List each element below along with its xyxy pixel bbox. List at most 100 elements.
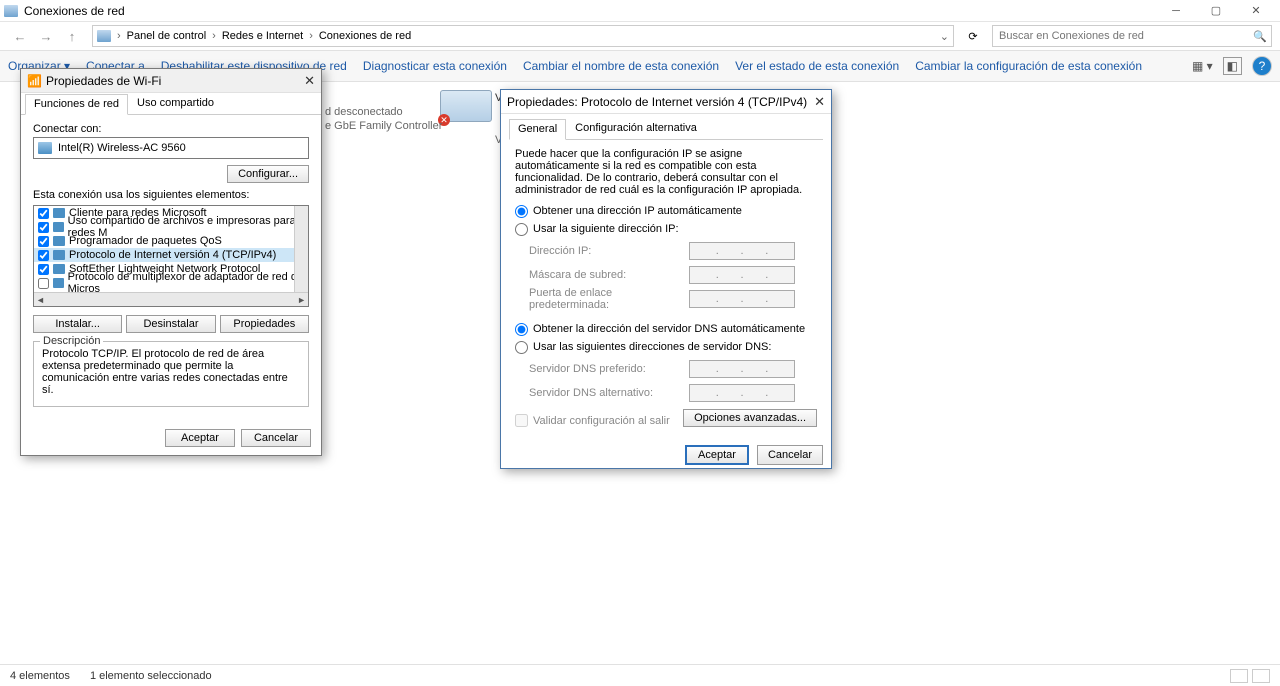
breadcrumb-item[interactable]: Conexiones de red xyxy=(319,30,411,42)
connect-with-label: Conectar con: xyxy=(33,123,309,135)
scrollbar-vertical[interactable] xyxy=(294,206,308,292)
component-item[interactable]: Protocolo de multiplexor de adaptador de… xyxy=(34,276,308,290)
tab-general[interactable]: General xyxy=(509,119,566,140)
gateway-label: Puerta de enlace predeterminada: xyxy=(529,287,689,311)
ip-auto-label: Obtener una dirección IP automáticamente xyxy=(533,205,742,217)
chevron-right-icon: › xyxy=(212,30,216,42)
adapter-name: Intel(R) Wireless-AC 9560 xyxy=(58,142,186,154)
accept-button[interactable]: Aceptar xyxy=(165,429,235,447)
view-status-cmd[interactable]: Ver el estado de esta conexión xyxy=(735,59,899,73)
tab-network-functions[interactable]: Funciones de red xyxy=(25,94,128,115)
dns-preferred-label: Servidor DNS preferido: xyxy=(529,363,689,375)
search-box[interactable]: 🔍 xyxy=(992,25,1272,47)
cancel-button[interactable]: Cancelar xyxy=(241,429,311,447)
component-checkbox[interactable] xyxy=(38,208,49,219)
icons-view-button[interactable] xyxy=(1252,669,1270,683)
subnet-mask-input: ... xyxy=(689,266,795,284)
component-icon xyxy=(53,250,65,260)
minimize-button[interactable]: ─ xyxy=(1156,1,1196,21)
close-button[interactable]: ✕ xyxy=(1236,1,1276,21)
cancel-button[interactable]: Cancelar xyxy=(757,445,823,465)
refresh-button[interactable]: ⟳ xyxy=(962,30,984,43)
view-options-icon[interactable]: ▦ ▾ xyxy=(1192,59,1213,73)
description-label: Descripción xyxy=(40,335,103,347)
help-button[interactable]: ? xyxy=(1252,56,1272,76)
component-icon xyxy=(53,208,65,218)
ip-auto-radio[interactable] xyxy=(515,205,528,218)
component-item[interactable]: Uso compartido de archivos e impresoras … xyxy=(34,220,308,234)
tab-sharing[interactable]: Uso compartido xyxy=(128,93,223,114)
connection-device: e GbE Family Controller xyxy=(325,120,518,134)
component-checkbox[interactable] xyxy=(38,222,49,233)
close-icon[interactable]: ✕ xyxy=(814,94,825,110)
install-button[interactable]: Instalar... xyxy=(33,315,122,333)
connection-item[interactable]: VPN d desconectado e GbE Family Controll… xyxy=(325,92,518,148)
uninstall-button[interactable]: Desinstalar xyxy=(126,315,215,333)
dialog-title: Propiedades de Wi-Fi xyxy=(46,74,161,88)
component-checkbox[interactable] xyxy=(38,264,49,275)
component-icon xyxy=(53,222,64,232)
breadcrumb-item[interactable]: Redes e Internet xyxy=(222,30,303,42)
ipv4-properties-dialog: Propiedades: Protocolo de Internet versi… xyxy=(500,89,832,469)
dns-auto-radio[interactable] xyxy=(515,323,528,336)
dns-manual-label: Usar las siguientes direcciones de servi… xyxy=(533,341,771,353)
ip-address-input: ... xyxy=(689,242,795,260)
intro-text: Puede hacer que la configuración IP se a… xyxy=(509,140,823,196)
close-icon[interactable]: ✕ xyxy=(304,73,315,89)
elements-label: Esta conexión usa los siguientes element… xyxy=(33,189,309,201)
component-icon xyxy=(53,278,64,288)
dialog-title: Propiedades: Protocolo de Internet versi… xyxy=(507,95,807,109)
back-button[interactable]: ← xyxy=(8,29,32,44)
ip-address-label: Dirección IP: xyxy=(529,245,689,257)
subnet-mask-label: Máscara de subred: xyxy=(529,269,689,281)
chevron-down-icon[interactable]: ⌄ xyxy=(940,30,949,43)
component-checkbox[interactable] xyxy=(38,278,49,289)
search-input[interactable] xyxy=(997,29,1253,43)
dns-manual-radio[interactable] xyxy=(515,341,528,354)
adapter-field: Intel(R) Wireless-AC 9560 xyxy=(33,137,309,159)
breadcrumb-item[interactable]: Panel de control xyxy=(127,30,207,42)
search-icon: 🔍 xyxy=(1253,30,1267,43)
rename-cmd[interactable]: Cambiar el nombre de esta conexión xyxy=(523,59,719,73)
validate-checkbox[interactable] xyxy=(515,414,528,427)
connection-state: d desconectado xyxy=(325,106,518,120)
forward-button[interactable]: → xyxy=(34,29,58,44)
component-checkbox[interactable] xyxy=(38,236,49,247)
dns-alt-input: ... xyxy=(689,384,795,402)
validate-label: Validar configuración al salir xyxy=(533,415,670,427)
advanced-options-button[interactable]: Opciones avanzadas... xyxy=(683,409,817,427)
change-config-cmd[interactable]: Cambiar la configuración de esta conexió… xyxy=(915,59,1142,73)
wifi-icon: 📶 xyxy=(27,74,42,88)
dns-alt-label: Servidor DNS alternativo: xyxy=(529,387,689,399)
components-listbox[interactable]: Cliente para redes MicrosoftUso comparti… xyxy=(33,205,309,307)
scrollbar-horizontal[interactable]: ◄► xyxy=(34,292,308,306)
configure-button[interactable]: Configurar... xyxy=(227,165,309,183)
accept-button[interactable]: Aceptar xyxy=(685,445,749,465)
network-icon xyxy=(4,5,18,17)
maximize-button[interactable]: ▢ xyxy=(1196,1,1236,21)
component-icon xyxy=(53,236,65,246)
up-button[interactable]: ↑ xyxy=(60,29,84,44)
breadcrumb[interactable]: › Panel de control › Redes e Internet › … xyxy=(92,25,954,47)
chevron-right-icon: › xyxy=(117,30,121,42)
status-selected: 1 elemento seleccionado xyxy=(90,670,212,682)
wifi-properties-dialog: 📶 Propiedades de Wi-Fi ✕ Funciones de re… xyxy=(20,68,322,456)
properties-button[interactable]: Propiedades xyxy=(220,315,309,333)
ip-manual-label: Usar la siguiente dirección IP: xyxy=(533,223,679,235)
diagnose-cmd[interactable]: Diagnosticar esta conexión xyxy=(363,59,507,73)
preview-pane-icon[interactable]: ◧ xyxy=(1223,57,1242,75)
component-icon xyxy=(53,264,65,274)
chevron-right-icon: › xyxy=(309,30,313,42)
description-text: Protocolo TCP/IP. El protocolo de red de… xyxy=(42,348,300,396)
component-checkbox[interactable] xyxy=(38,250,49,261)
tab-alt-config[interactable]: Configuración alternativa xyxy=(566,118,706,139)
component-item[interactable]: Protocolo de Internet versión 4 (TCP/IPv… xyxy=(34,248,308,262)
details-view-button[interactable] xyxy=(1230,669,1248,683)
network-icon xyxy=(97,30,111,42)
component-label: Protocolo de Internet versión 4 (TCP/IPv… xyxy=(69,249,276,261)
adapter-icon xyxy=(38,142,52,154)
dns-auto-label: Obtener la dirección del servidor DNS au… xyxy=(533,323,805,335)
ip-manual-radio[interactable] xyxy=(515,223,528,236)
dns-preferred-input: ... xyxy=(689,360,795,378)
gateway-input: ... xyxy=(689,290,795,308)
